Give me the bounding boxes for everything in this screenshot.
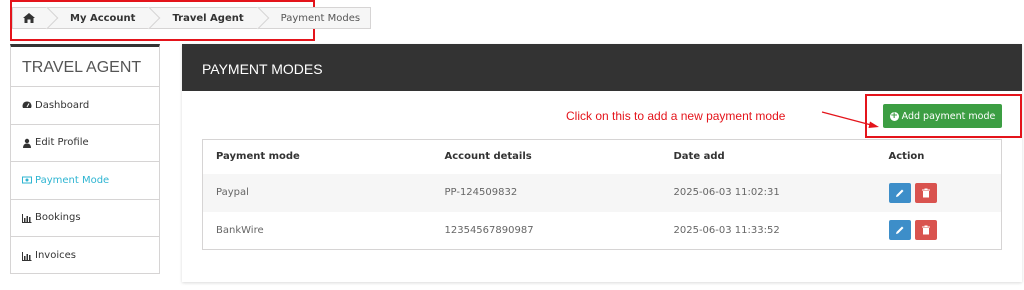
edit-button[interactable] xyxy=(888,220,911,241)
cell-date-add: 2025-06-03 11:02:31 xyxy=(660,173,889,212)
table-row: Paypal PP-124509832 2025-06-03 11:02:31 xyxy=(202,173,1002,212)
sidebar-item-label: Edit Profile xyxy=(35,137,89,149)
sidebar-item-payment-mode[interactable]: Payment Mode xyxy=(11,162,159,200)
user-icon xyxy=(23,138,31,148)
delete-button[interactable] xyxy=(914,182,937,203)
sidebar-item-label: Invoices xyxy=(35,250,76,262)
breadcrumb-my-account[interactable]: My Account xyxy=(47,7,150,29)
annotation-text: Click on this to add a new payment mode xyxy=(566,109,786,123)
trash-icon xyxy=(921,225,930,235)
page-title: PAYMENT MODES xyxy=(182,44,1022,91)
delete-button[interactable] xyxy=(914,220,937,241)
cell-account-details: 12354567890987 xyxy=(444,224,534,236)
cell-payment-mode: Paypal xyxy=(202,173,432,212)
add-payment-mode-label: Add payment mode xyxy=(901,110,996,122)
bar-chart-icon xyxy=(22,251,32,261)
home-icon xyxy=(23,13,35,23)
trash-icon xyxy=(921,188,930,197)
breadcrumb-payment-modes: Payment Modes xyxy=(257,7,372,29)
sidebar-title: TRAVEL AGENT xyxy=(11,47,159,87)
payment-modes-panel: PAYMENT MODES Click on this to add a new… xyxy=(182,44,1022,282)
cell-date-add: 2025-06-03 11:33:52 xyxy=(673,224,780,236)
table-header-row: Payment mode Account details Date add Ac… xyxy=(202,139,1002,174)
cell-action xyxy=(888,212,1002,250)
breadcrumb: My Account Travel Agent Payment Modes xyxy=(12,7,372,29)
sidebar-item-label: Bookings xyxy=(35,212,81,224)
column-header-date-add: Date add xyxy=(660,139,889,174)
column-header-account-details: Account details xyxy=(431,139,661,174)
sidebar-item-label: Dashboard xyxy=(35,99,90,111)
sidebar-item-invoices[interactable]: Invoices xyxy=(11,237,159,275)
dashboard-icon xyxy=(22,101,32,109)
edit-button[interactable] xyxy=(888,182,911,203)
cell-payment-mode: BankWire xyxy=(216,224,264,236)
pencil-icon xyxy=(895,189,903,197)
sidebar-item-dashboard[interactable]: Dashboard xyxy=(11,87,159,125)
column-header-payment-mode: Payment mode xyxy=(202,139,432,174)
breadcrumb-travel-agent[interactable]: Travel Agent xyxy=(149,7,258,29)
sidebar-item-bookings[interactable]: Bookings xyxy=(11,200,159,237)
bar-chart-icon xyxy=(22,213,32,223)
sidebar: TRAVEL AGENT Dashboard Edit Profile Paym… xyxy=(10,44,160,274)
table-row: BankWire 12354567890987 2025-06-03 11:33… xyxy=(203,212,1002,250)
sidebar-item-edit-profile[interactable]: Edit Profile xyxy=(11,125,159,162)
payment-modes-table: Payment mode Account details Date add Ac… xyxy=(202,139,1002,250)
column-header-action: Action xyxy=(888,139,1002,174)
cell-account-details: PP-124509832 xyxy=(431,173,661,212)
plus-circle-icon: + xyxy=(889,110,899,121)
sidebar-item-label: Payment Mode xyxy=(35,174,110,186)
cell-action xyxy=(888,173,1002,212)
pencil-icon xyxy=(895,226,903,235)
breadcrumb-home[interactable] xyxy=(12,7,47,29)
add-payment-mode-button[interactable]: + Add payment mode xyxy=(883,104,1002,128)
payment-icon xyxy=(22,176,32,184)
